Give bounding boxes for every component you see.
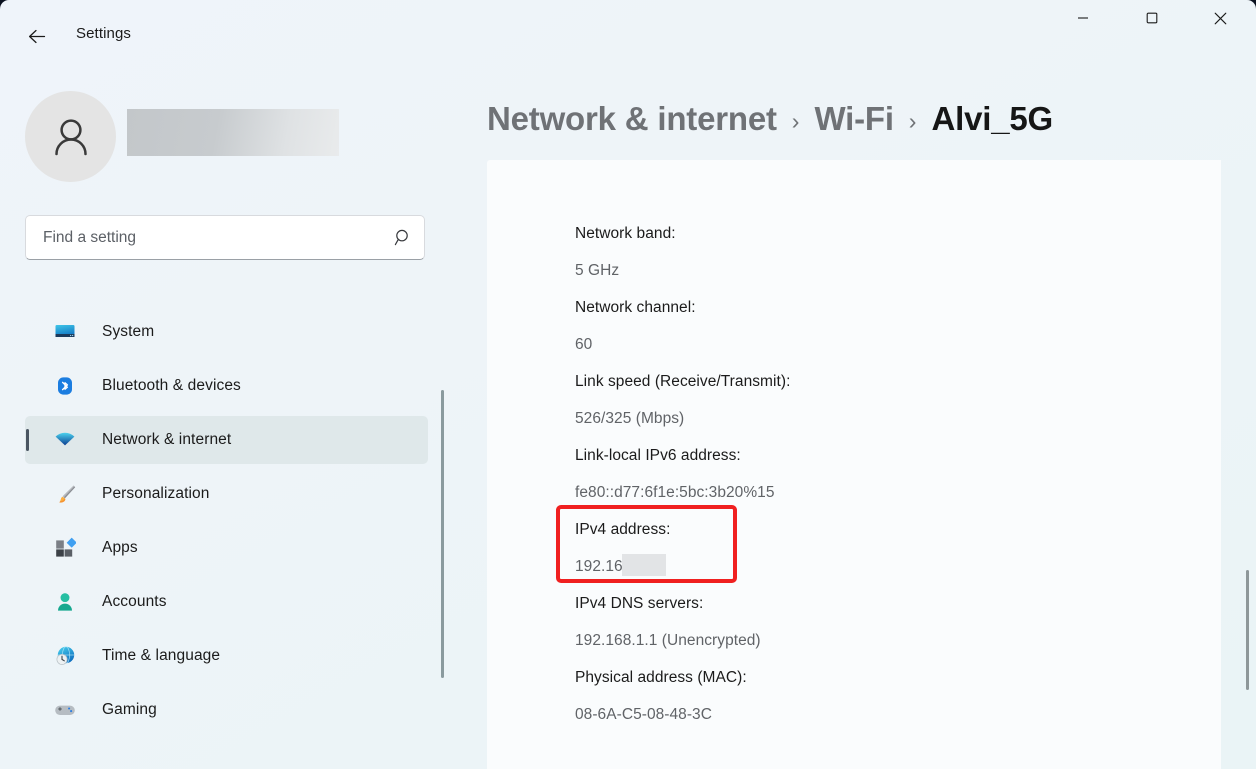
detail-label: IPv4 address: — [575, 511, 1175, 548]
detail-row-ipv4-address: IPv4 address: 192.16 — [575, 511, 1175, 585]
account-person-icon — [51, 591, 79, 613]
sidebar-item-accounts[interactable]: Accounts — [25, 578, 428, 626]
avatar[interactable] — [25, 91, 116, 182]
detail-value-row: 192.16 — [575, 548, 1175, 585]
detail-row-physical-address-mac: Physical address (MAC): 08-6A-C5-08-48-3… — [575, 659, 1175, 733]
profile-block[interactable] — [25, 91, 425, 183]
sidebar-item-apps[interactable]: Apps — [25, 524, 428, 572]
close-icon — [1214, 12, 1227, 25]
wifi-icon — [51, 429, 79, 451]
detail-value: 08-6A-C5-08-48-3C — [575, 696, 1175, 733]
back-arrow-icon — [26, 26, 47, 47]
maximize-button[interactable] — [1128, 0, 1175, 36]
title-bar: Settings — [0, 0, 1256, 72]
minimize-button[interactable] — [1059, 0, 1106, 36]
detail-value: 192.16 — [575, 558, 623, 575]
sidebar-item-gaming[interactable]: Gaming — [25, 686, 428, 734]
detail-value: 60 — [575, 326, 1175, 363]
sidebar-item-label: Personalization — [102, 485, 209, 503]
sidebar-item-label: Time & language — [102, 647, 220, 665]
detail-value: 526/325 (Mbps) — [575, 400, 1175, 437]
breadcrumb-item-wifi[interactable]: Wi-Fi — [814, 100, 893, 138]
breadcrumb-item-network-internet[interactable]: Network & internet — [487, 100, 777, 138]
detail-label: Physical address (MAC): — [575, 659, 1175, 696]
sidebar-nav: System Bluetooth & devices — [0, 302, 460, 769]
search-box[interactable] — [25, 215, 425, 260]
ipv4-redaction-block — [622, 554, 666, 576]
bluetooth-icon — [51, 375, 79, 397]
content-scrollbar[interactable] — [1246, 570, 1249, 690]
window-title: Settings — [76, 25, 131, 42]
detail-row-link-local-ipv6: Link-local IPv6 address: fe80::d77:6f1e:… — [575, 437, 1175, 511]
selection-accent-bar — [26, 429, 29, 451]
detail-label: Link speed (Receive/Transmit): — [575, 363, 1175, 400]
detail-label: Link-local IPv6 address: — [575, 437, 1175, 474]
maximize-icon — [1146, 12, 1158, 24]
search-icon[interactable] — [382, 216, 424, 259]
sidebar: System Bluetooth & devices — [0, 72, 460, 769]
sidebar-item-time-language[interactable]: Time & language — [25, 632, 428, 680]
sidebar-item-system[interactable]: System — [25, 308, 428, 356]
search-input[interactable] — [26, 229, 382, 247]
detail-label: Network channel: — [575, 289, 1175, 326]
back-button[interactable] — [18, 19, 54, 53]
sidebar-item-label: Network & internet — [102, 431, 231, 449]
paintbrush-icon — [51, 483, 79, 505]
profile-name-redacted — [127, 109, 339, 156]
sidebar-item-label: Apps — [102, 539, 138, 557]
magnifier-glyph — [394, 228, 413, 247]
network-details-panel: Network band: 5 GHz Network channel: 60 … — [487, 160, 1221, 769]
breadcrumb-separator: › — [909, 108, 917, 135]
person-avatar-icon — [45, 111, 97, 163]
sidebar-item-personalization[interactable]: Personalization — [25, 470, 428, 518]
clock-globe-icon — [51, 645, 79, 667]
apps-icon — [51, 537, 79, 559]
detail-label: Network band: — [575, 215, 1175, 252]
sidebar-item-network-internet[interactable]: Network & internet — [25, 416, 428, 464]
settings-window: Settings — [0, 0, 1256, 769]
detail-row-link-speed: Link speed (Receive/Transmit): 526/325 (… — [575, 363, 1175, 437]
sidebar-scrollbar[interactable] — [441, 390, 444, 678]
detail-label: IPv4 DNS servers: — [575, 585, 1175, 622]
sidebar-item-label: Bluetooth & devices — [102, 377, 241, 395]
breadcrumb-separator: › — [792, 108, 800, 135]
detail-row-ipv4-dns-servers: IPv4 DNS servers: 192.168.1.1 (Unencrypt… — [575, 585, 1175, 659]
game-controller-icon — [51, 699, 79, 721]
detail-value: 5 GHz — [575, 252, 1175, 289]
breadcrumb: Network & internet › Wi-Fi › Alvi_5G — [487, 92, 1053, 146]
detail-value: fe80::d77:6f1e:5bc:3b20%15 — [575, 474, 1175, 511]
close-button[interactable] — [1197, 0, 1244, 36]
sidebar-item-label: Accounts — [102, 593, 167, 611]
sidebar-item-label: Gaming — [102, 701, 157, 719]
detail-row-network-channel: Network channel: 60 — [575, 289, 1175, 363]
monitor-icon — [51, 321, 79, 343]
detail-value: 192.168.1.1 (Unencrypted) — [575, 622, 1175, 659]
minimize-icon — [1077, 12, 1089, 24]
sidebar-item-label: System — [102, 323, 154, 341]
detail-row-network-band: Network band: 5 GHz — [575, 215, 1175, 289]
sidebar-item-bluetooth-devices[interactable]: Bluetooth & devices — [25, 362, 428, 410]
breadcrumb-item-current-network: Alvi_5G — [931, 100, 1053, 138]
network-properties-list: Network band: 5 GHz Network channel: 60 … — [575, 215, 1175, 733]
